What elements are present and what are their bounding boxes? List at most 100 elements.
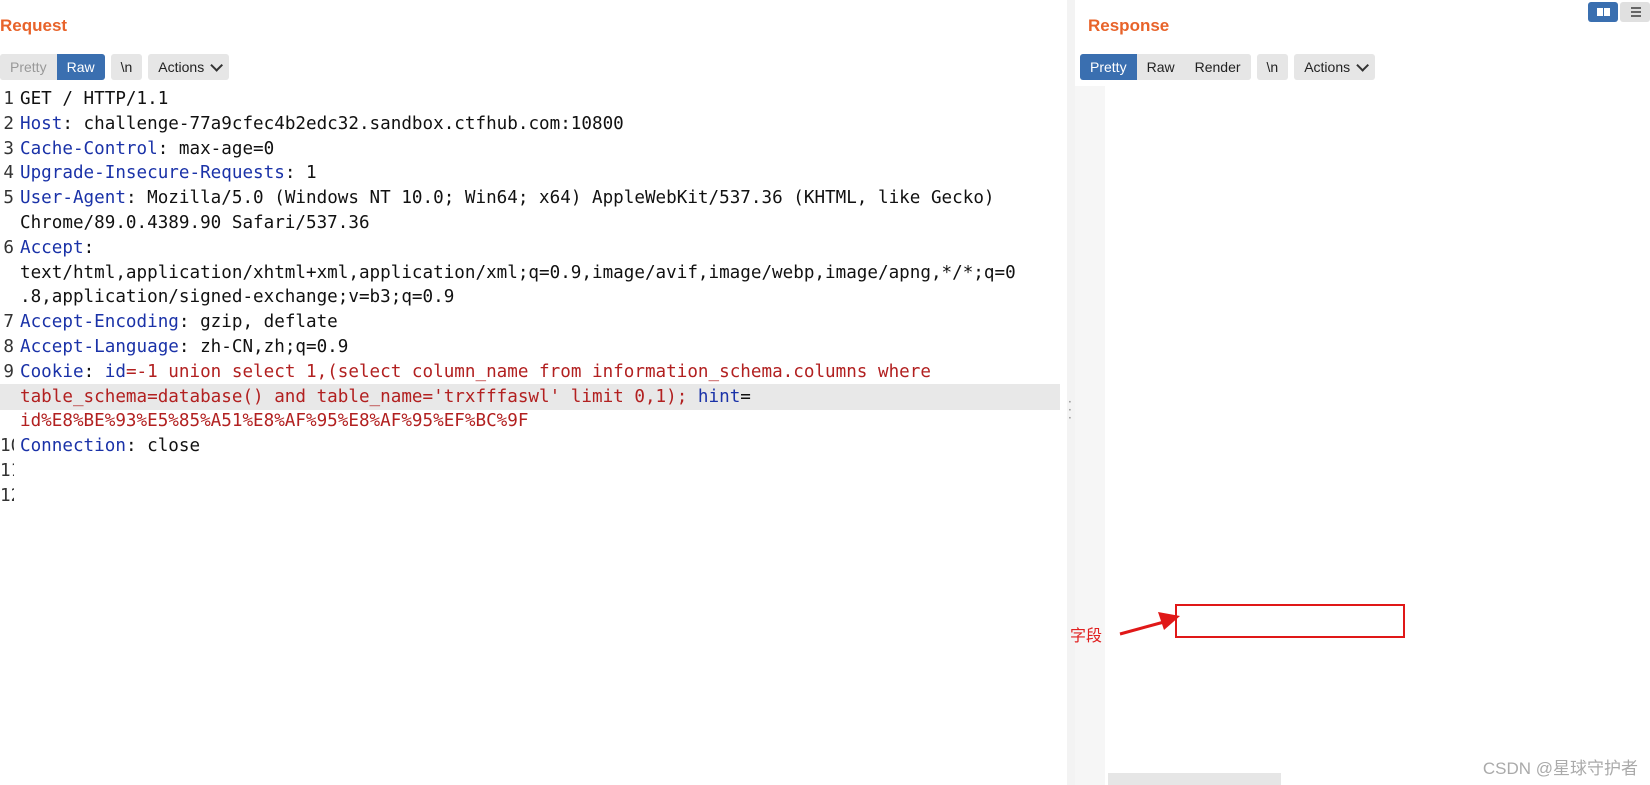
code-line: 6 Accept: [0,235,1060,261]
request-pretty-tab[interactable]: Pretty [0,54,57,80]
request-actions-button[interactable]: Actions [148,54,230,80]
response-raw-tab[interactable]: Raw [1136,54,1185,80]
chevron-down-icon [210,59,224,72]
code-token: : [83,361,105,382]
code-line: 9 Cookie: id=-1 union select 1,(select co… [0,359,1060,385]
code-line: text/html,application/xhtml+xml,applicat… [0,260,1060,286]
code-token: Upgrade-Insecure-Requests [20,163,285,184]
code-line: 2 Host: challenge-77a9cfec4b2edc32.sandbo… [0,111,1060,137]
code-token: table_schema=database() and table_name='… [20,386,698,407]
code-line: 11 [0,458,1060,484]
request-view-tabs: Pretty Raw [0,54,105,80]
code-token: =-1 union select 1,(select column_name f… [125,361,931,382]
request-toolbar: Pretty Raw \n Actions [0,54,230,80]
line-number: 7 [3,312,14,333]
line-number: 5 [3,188,14,209]
code-text: id%E8%BE%93%E5%85%A51%E8%AF%95%E8%AF%95%… [20,408,528,434]
code-token: : zh-CN,zh;q=0.9 [178,337,349,357]
pane-splitter[interactable] [1067,0,1075,785]
code-token: Cookie [20,361,84,382]
code-line: table_schema=database() and table_name='… [0,384,1060,410]
code-token: text/html,application/xhtml+xml,applicat… [20,262,1016,283]
code-line: 4 Upgrade-Insecure-Requests: 1 [0,160,1060,186]
code-token: .8,application/signed-exchange;v=b3;q=0.… [20,287,455,308]
code-text: Cookie: id=-1 union select 1,(select col… [20,359,931,385]
code-token: : max-age=0 [157,138,275,159]
request-raw-tab[interactable]: Raw [56,54,105,80]
code-text: GET / HTTP/1.1 [20,86,168,112]
code-line: 10 Connection: close [0,433,1060,459]
code-text: Connection: close [20,433,200,459]
code-text: table_schema=database() and table_name='… [20,384,751,410]
annotation-label: 字段 [1070,626,1103,645]
code-text: Cache-Control: max-age=0 [20,136,274,162]
code-text: text/html,application/xhtml+xml,applicat… [20,260,1016,286]
code-line: 8 Accept-Language: zh-CN,zh;q=0.9 [0,334,1060,360]
response-pretty-tab[interactable]: Pretty [1080,54,1137,80]
code-line: .8,application/signed-exchange;v=b3;q=0.… [0,284,1060,310]
code-text: Accept: [20,235,94,261]
request-newline-toggle[interactable]: \n [110,54,143,80]
chevron-down-icon [1356,59,1370,72]
code-text: Host: challenge-77a9cfec4b2edc32.sandbox… [20,111,624,137]
line-number: 11 [0,461,14,481]
line-number: 3 [3,138,14,159]
response-actions-label: Actions [1304,59,1351,75]
line-number: 1 [3,89,14,109]
code-token: Accept-Language [20,337,179,357]
request-title: Request [0,16,68,35]
code-token: GET / HTTP/1.1 [20,89,169,109]
split-view-icon[interactable] [1588,2,1618,22]
code-token: Chrome/89.0.4389.90 Safari/537.36 [20,213,370,233]
code-text: Chrome/89.0.4389.90 Safari/537.36 [20,210,370,236]
code-text: User-Agent: Mozilla/5.0 (Windows NT 10.0… [20,185,995,211]
line-number: 6 [3,237,14,258]
horizontal-scrollbar[interactable] [1108,773,1281,785]
response-render-tab[interactable]: Render [1184,54,1251,80]
code-token: Host [20,113,63,134]
line-number: 10 [0,436,14,457]
line-number: 4 [3,163,14,184]
layout-toggle [1588,2,1650,22]
drag-handle-icon[interactable]: · · · [1068,396,1072,424]
code-token: id%E8%BE%93%E5%85%A51%E8%AF%95%E8%AF%95%… [20,411,529,432]
code-token: : 1 [284,163,317,184]
code-token: = [740,386,751,407]
code-text: Accept-Language: zh-CN,zh;q=0.9 [20,334,348,360]
code-line: 12 [0,483,1060,509]
line-number: 2 [3,113,14,134]
request-actions-label: Actions [158,59,205,75]
response-actions-button[interactable]: Actions [1294,54,1376,80]
code-line: 3 Cache-Control: max-age=0 [0,136,1060,162]
code-token: : challenge-77a9cfec4b2edc32.sandbox.ctf… [62,113,624,134]
code-token: : [83,237,95,258]
code-token: Cache-Control [20,138,158,159]
code-token: : close [125,436,201,457]
stacked-view-icon[interactable] [1620,2,1650,22]
code-token: hint [697,386,741,407]
code-line: 7 Accept-Encoding: gzip, deflate [0,309,1060,335]
line-number: 9 [3,361,14,382]
code-text: Accept-Encoding: gzip, deflate [20,309,338,335]
response-newline-toggle[interactable]: \n [1256,54,1289,80]
code-line: id%E8%BE%93%E5%85%A51%E8%AF%95%E8%AF%95%… [0,408,1060,434]
watermark: CSDN @星球守护者 [1482,759,1638,778]
code-token: id [104,361,126,382]
response-title: Response [1088,16,1170,35]
line-number: 8 [3,337,14,357]
code-line: Chrome/89.0.4389.90 Safari/537.36 [0,210,1060,236]
line-number: 12 [0,485,14,506]
highlight-box [1175,604,1405,638]
code-token: Accept-Encoding [20,312,179,333]
code-token: User-Agent [20,188,126,209]
response-view-tabs: Pretty Raw Render [1080,54,1251,80]
code-token: : gzip, deflate [178,312,338,333]
response-gutter [1075,86,1105,785]
code-line: 1 GET / HTTP/1.1 [0,86,1060,112]
response-toolbar: Pretty Raw Render \n Actions [1080,54,1376,80]
code-text: Upgrade-Insecure-Requests: 1 [20,160,317,186]
code-token: : Mozilla/5.0 (Windows NT 10.0; Win64; x… [125,188,995,209]
red-arrow-icon [1119,612,1180,636]
code-text: .8,application/signed-exchange;v=b3;q=0.… [20,284,454,310]
code-token: Connection [20,436,126,457]
